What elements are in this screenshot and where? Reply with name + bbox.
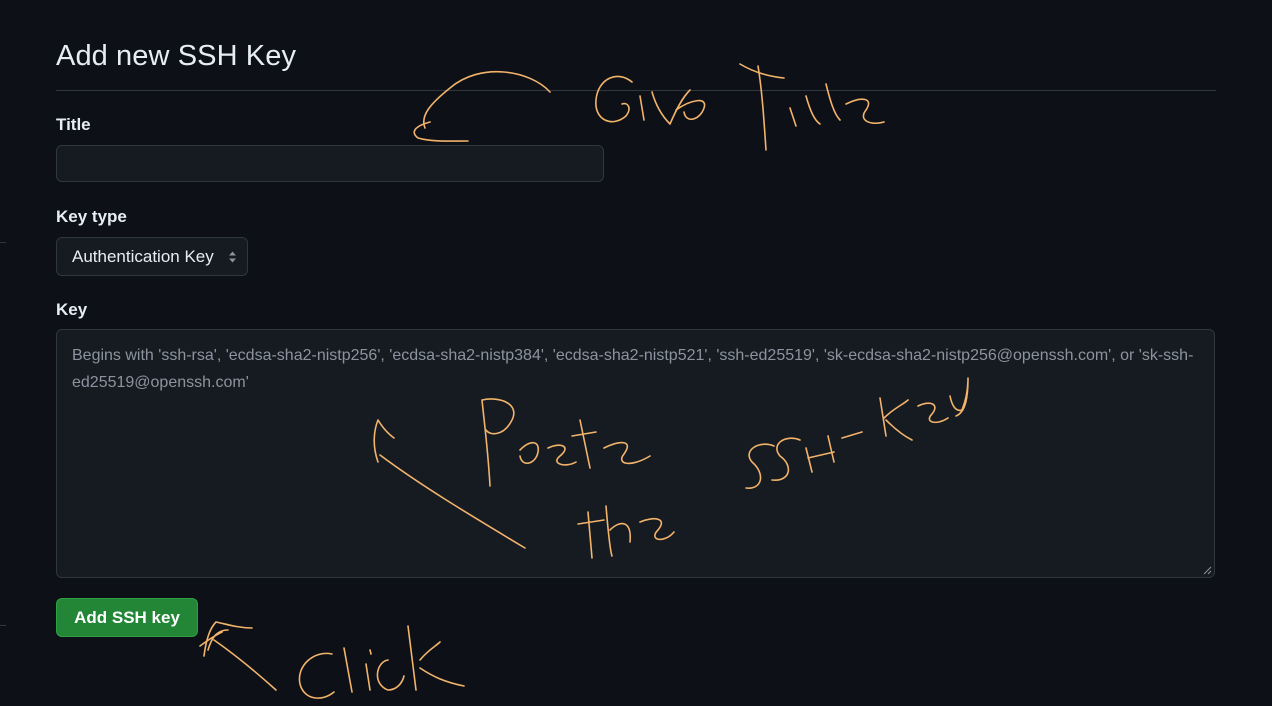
add-ssh-key-button[interactable]: Add SSH key	[56, 598, 198, 637]
key-placeholder: Begins with 'ssh-rsa', 'ecdsa-sha2-nistp…	[72, 347, 1194, 391]
key-type-label: Key type	[56, 207, 127, 226]
title-label: Title	[56, 115, 91, 134]
resize-grip-icon[interactable]	[1203, 566, 1212, 575]
arrow-to-title	[423, 70, 551, 129]
key-textarea[interactable]: Begins with 'ssh-rsa', 'ecdsa-sha2-nistp…	[56, 329, 1215, 578]
click-scribble	[298, 625, 465, 699]
arrow-to-button-head	[199, 621, 253, 657]
page-edge-marker	[0, 242, 6, 243]
heading-divider	[56, 90, 1216, 91]
title-input[interactable]	[56, 145, 604, 182]
page-title: Add new SSH Key	[56, 40, 297, 72]
arrow-to-title-head	[413, 121, 469, 142]
add-ssh-key-page: Add new SSH Key Title Key type Authentic…	[0, 0, 1272, 706]
key-type-selected-value: Authentication Key	[72, 246, 214, 266]
key-label: Key	[56, 300, 88, 319]
chevron-up-down-icon	[229, 251, 236, 263]
arrow-to-button	[213, 639, 277, 691]
page-edge-marker	[0, 625, 6, 626]
key-type-select[interactable]: Authentication Key	[56, 237, 248, 276]
give-title-scribble-2	[739, 63, 885, 151]
give-title-scribble	[595, 75, 706, 125]
